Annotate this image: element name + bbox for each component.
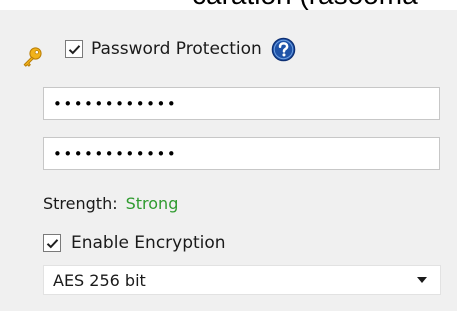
top-strip: caration (rasooma bbox=[0, 0, 457, 10]
check-icon bbox=[68, 44, 80, 54]
password-protection-label: Password Protection bbox=[91, 39, 262, 59]
chevron-down-icon bbox=[417, 277, 427, 283]
help-icon[interactable] bbox=[271, 37, 296, 62]
password-protection-checkbox[interactable] bbox=[65, 40, 83, 58]
enable-encryption-row: Enable Encryption bbox=[43, 230, 226, 256]
encryption-method-select[interactable]: AES 256 bit bbox=[43, 265, 441, 295]
enable-encryption-label: Enable Encryption bbox=[71, 233, 226, 253]
strength-row: Strength: Strong bbox=[43, 192, 178, 214]
encryption-method-value: AES 256 bit bbox=[53, 270, 146, 290]
enable-encryption-checkbox[interactable] bbox=[43, 234, 61, 252]
strength-label: Strength: bbox=[43, 193, 118, 213]
confirm-password-input-value: •••••••••••• bbox=[53, 144, 178, 163]
key-icon bbox=[23, 47, 42, 67]
check-icon bbox=[46, 238, 58, 248]
password-input-value: •••••••••••• bbox=[53, 94, 178, 113]
password-input[interactable]: •••••••••••• bbox=[43, 87, 440, 120]
password-protection-row: Password Protection bbox=[65, 36, 296, 62]
password-panel: Password Protection •••••••••••• •••••••… bbox=[0, 10, 457, 311]
partial-heading: caration (rasooma bbox=[192, 0, 418, 10]
confirm-password-input[interactable]: •••••••••••• bbox=[43, 137, 440, 170]
strength-value: Strong bbox=[125, 193, 179, 213]
